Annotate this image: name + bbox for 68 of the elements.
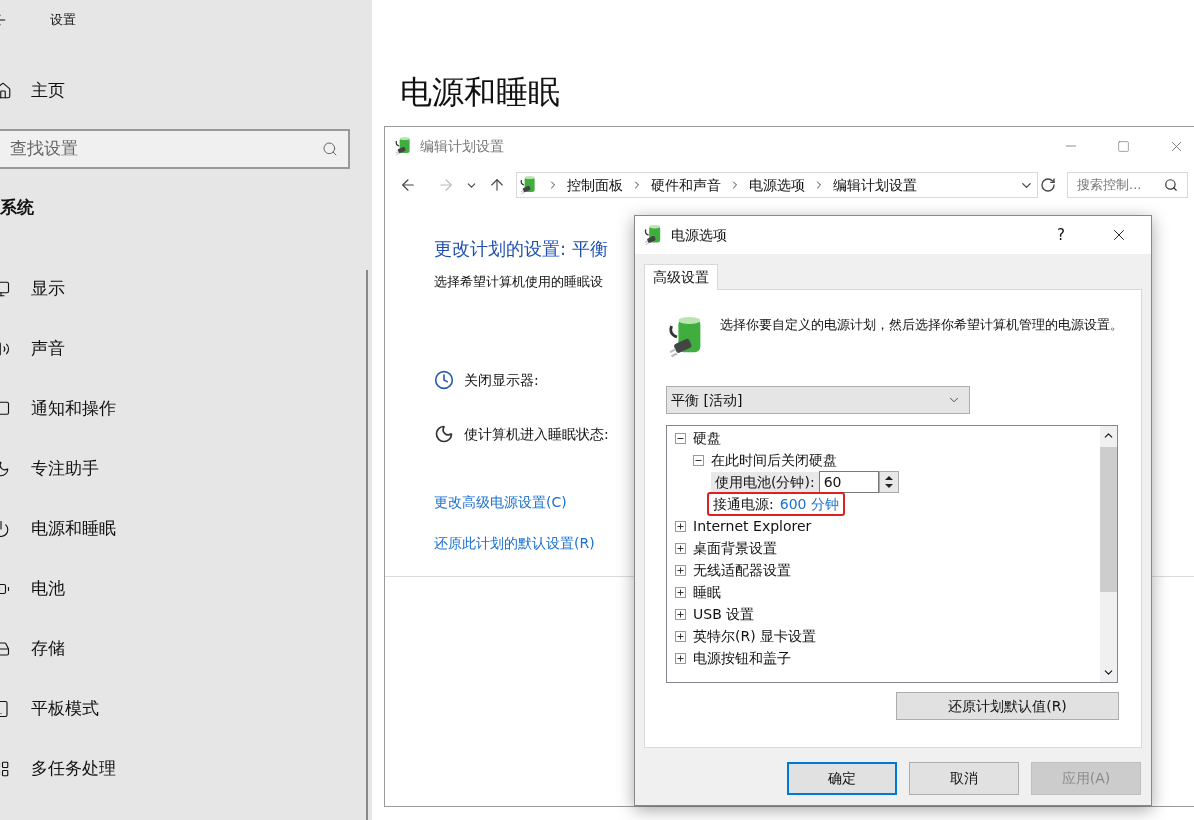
- collapse-icon[interactable]: [675, 432, 686, 444]
- window-title: 编辑计划设置: [420, 136, 504, 156]
- settings-link[interactable]: 还原此计划的默认设置(R): [434, 532, 595, 554]
- search-field[interactable]: 查找设置: [0, 129, 350, 169]
- expand-icon[interactable]: [675, 520, 686, 532]
- nav-item[interactable]: 存储: [31, 635, 65, 662]
- clock-icon: [434, 370, 454, 390]
- nav-item[interactable]: 专注助手: [31, 455, 99, 482]
- breadcrumb-item[interactable]: 硬件和声音: [651, 174, 721, 196]
- dialog-button[interactable]: 确定: [787, 762, 897, 795]
- search-field[interactable]: 搜索控制...: [1067, 172, 1188, 198]
- dialog-title: 电源选项: [671, 225, 727, 245]
- expand-icon[interactable]: [675, 564, 686, 576]
- dialog-button[interactable]: 取消: [909, 762, 1019, 795]
- tab[interactable]: 高级设置: [644, 264, 718, 290]
- nav-item[interactable]: 电源和睡眠: [31, 515, 116, 542]
- expand-icon[interactable]: [675, 652, 686, 664]
- nav-item[interactable]: 声音: [31, 335, 65, 362]
- moon-icon: [434, 424, 454, 444]
- home-link[interactable]: 主页: [31, 78, 65, 104]
- tree-item[interactable]: 无线适配器设置: [693, 559, 791, 581]
- settings-link[interactable]: 更改高级电源设置(C): [434, 491, 567, 513]
- page-title: 电源和睡眠: [400, 72, 561, 113]
- nav-item[interactable]: 通知和操作: [31, 395, 116, 422]
- setting-label: 接通电源:: [713, 494, 774, 514]
- nav-item[interactable]: 显示: [31, 275, 65, 302]
- nav-item[interactable]: 多任务处理: [31, 755, 116, 782]
- setting-label: 使计算机进入睡眠状态:: [464, 424, 609, 444]
- breadcrumb-item[interactable]: 编辑计划设置: [833, 174, 917, 196]
- scrollbar[interactable]: [366, 270, 368, 820]
- tree-item[interactable]: 电源按钮和盖子: [693, 647, 791, 669]
- nav-item[interactable]: 平板模式: [31, 695, 99, 722]
- tree-item[interactable]: 睡眠: [693, 581, 721, 603]
- help-button[interactable]: ?: [1057, 223, 1065, 247]
- setting-label: 使用电池(分钟):: [711, 471, 819, 493]
- spinner-field[interactable]: 60: [818, 471, 879, 493]
- app-title: 设置: [50, 11, 76, 30]
- search-icon[interactable]: [322, 141, 338, 157]
- expand-icon[interactable]: [675, 630, 686, 642]
- refresh-icon[interactable]: [1040, 177, 1056, 193]
- expand-icon[interactable]: [675, 542, 686, 554]
- section-heading: 系统: [0, 196, 35, 219]
- breadcrumb-item[interactable]: 电源选项: [749, 174, 805, 196]
- search-icon[interactable]: [1164, 178, 1178, 192]
- breadcrumb-item[interactable]: 控制面板: [567, 174, 623, 196]
- tree-item[interactable]: 硬盘: [693, 427, 721, 449]
- expand-icon[interactable]: [675, 586, 686, 598]
- nav-item[interactable]: 电池: [31, 575, 65, 602]
- scrollbar[interactable]: [1100, 426, 1117, 682]
- tree-item[interactable]: 桌面背景设置: [693, 537, 777, 559]
- spinner-arrows-icon[interactable]: [878, 471, 899, 493]
- plan-dropdown[interactable]: 平衡 [活动]: [666, 386, 970, 414]
- setting-label: 关闭显示器:: [464, 370, 539, 390]
- address-bar[interactable]: 控制面板 硬件和声音 电源选项 编辑计划设置: [516, 172, 1038, 198]
- page-heading: 更改计划的设置: 平衡: [434, 237, 608, 261]
- tree-item[interactable]: 在此时间后关闭硬盘: [711, 449, 837, 471]
- setting-value[interactable]: 600 分钟: [779, 493, 839, 515]
- tree-item[interactable]: Internet Explorer: [693, 515, 812, 537]
- tree-item[interactable]: USB 设置: [693, 603, 755, 625]
- intro-text: 选择你要自定义的电源计划，然后选择你希望计算机管理的电源设置。: [720, 316, 1124, 334]
- description-text: 选择希望计算机使用的睡眠设: [434, 273, 603, 291]
- back-icon[interactable]: [399, 176, 417, 194]
- tree-item[interactable]: 英特尔(R) 显卡设置: [693, 625, 817, 647]
- restore-defaults-button[interactable]: 还原计划默认值(R): [896, 692, 1119, 720]
- collapse-icon[interactable]: [693, 454, 704, 466]
- scrollbar-thumb[interactable]: [1100, 447, 1117, 592]
- expand-icon[interactable]: [675, 608, 686, 620]
- up-icon[interactable]: [488, 176, 506, 194]
